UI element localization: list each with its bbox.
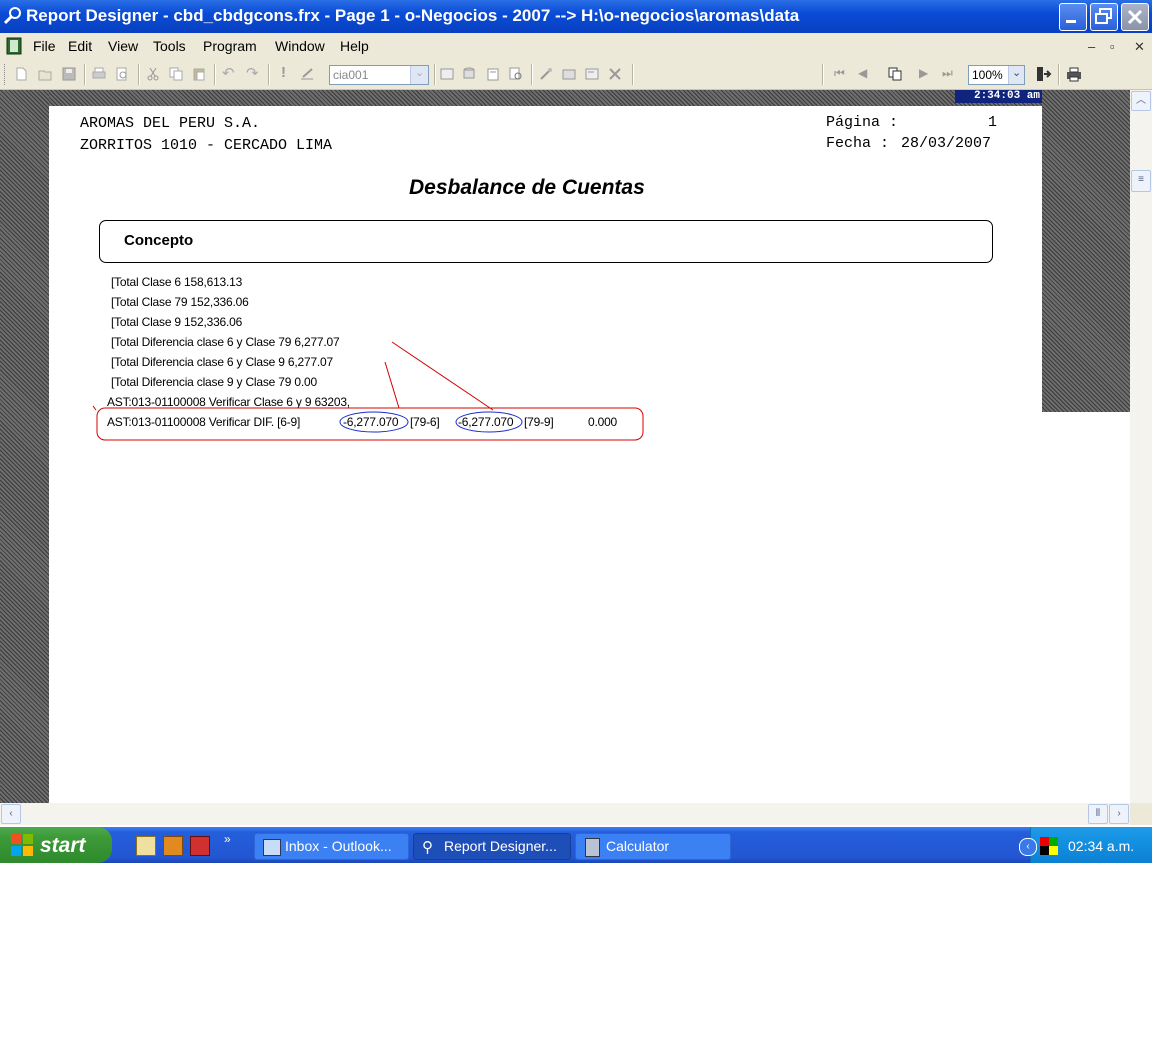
tray-expand-icon[interactable]: ‹ [1019,838,1037,856]
task-outlook[interactable]: Inbox - Outlook... [254,833,409,860]
windows-logo-icon [11,834,33,856]
blue-circle-value-b [455,411,523,433]
tray-clock: 02:34 a.m. [1068,838,1135,854]
chevron-right-icon: › [1117,808,1121,819]
blue-circle-value-a [339,411,409,433]
calculator-icon [585,838,600,857]
annotation-layer [92,341,644,441]
quicklaunch-editor-icon[interactable] [136,836,156,856]
red-arrow-line-b [384,361,400,409]
chevron-left-icon: ‹ [9,808,13,819]
task-outlook-label: Inbox - Outlook... [285,838,392,854]
red-highlight-box [96,407,644,441]
system-tray: ‹ 02:34 a.m. [1019,827,1152,863]
vertical-scrollbar[interactable]: ︿ ≡ [1130,90,1152,803]
report-designer-task-icon: ⚲ [422,839,433,856]
task-report-designer[interactable]: ⚲ Report Designer... [413,833,571,860]
horizontal-scroll-thumb[interactable]: ⦀ [1088,804,1108,824]
grip-icon: ⦀ [1095,808,1101,819]
task-calculator-label: Calculator [606,838,670,854]
chevron-up-icon: ︿ [1136,95,1146,106]
start-button[interactable]: start [0,827,112,863]
scroll-up-button[interactable]: ︿ [1131,91,1151,111]
quicklaunch-app-icon[interactable] [163,836,183,856]
red-arrow-line-a [391,341,494,411]
red-tick-mark [92,405,97,411]
grip-icon: ≡ [1138,174,1144,185]
outlook-icon [263,839,281,856]
quicklaunch-more-icon[interactable]: » [224,832,231,846]
quicklaunch-save-icon[interactable] [190,836,210,856]
start-label: start [40,834,86,857]
scroll-left-button[interactable]: ‹ [1,804,21,824]
scroll-right-button[interactable]: › [1109,804,1129,824]
language-flag-icon[interactable] [1040,837,1058,855]
task-report-designer-label: Report Designer... [444,838,557,854]
horizontal-scrollbar[interactable]: ‹ ⦀ › [0,803,1130,825]
resize-grip[interactable] [1130,803,1152,825]
vertical-scroll-thumb[interactable]: ≡ [1131,170,1151,192]
task-calculator[interactable]: Calculator [575,833,731,860]
